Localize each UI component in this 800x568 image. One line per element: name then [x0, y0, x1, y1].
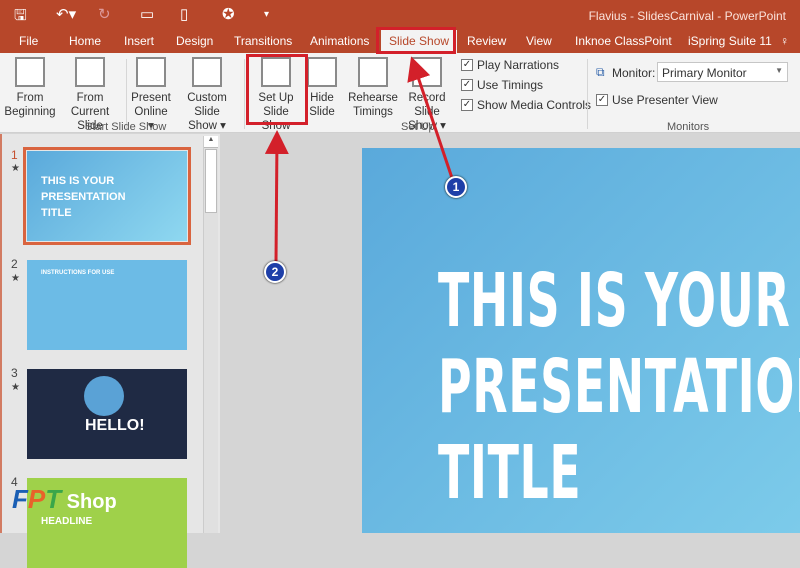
step-badge-2: 2 [264, 261, 286, 283]
arrow-2 [264, 130, 289, 263]
annotation-arrows [264, 56, 454, 263]
step-badge-1: 1 [445, 176, 467, 198]
arrow-1 [407, 56, 454, 179]
